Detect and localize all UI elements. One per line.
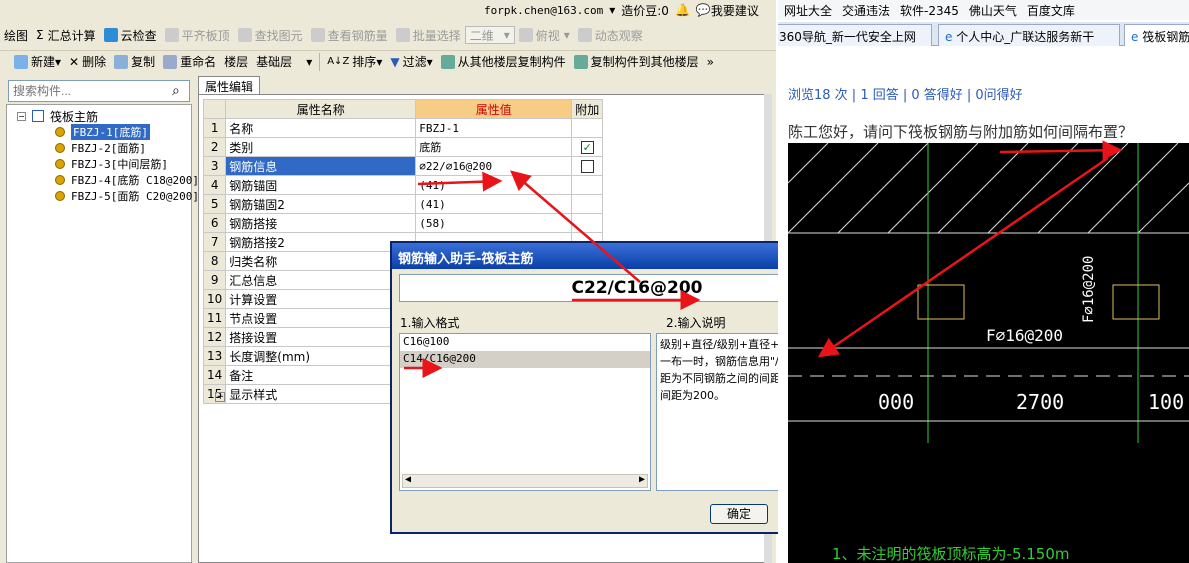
annotation-arrow bbox=[999, 140, 1123, 161]
annotation-arrow bbox=[417, 171, 503, 192]
annotation-arrow bbox=[510, 170, 641, 283]
annotation-overlay bbox=[404, 140, 1123, 378]
annotation-arrow bbox=[817, 156, 1109, 358]
